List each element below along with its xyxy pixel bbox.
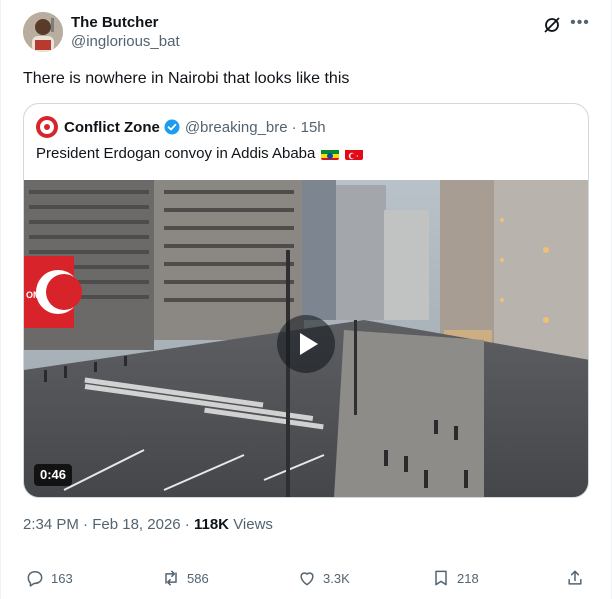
heart-icon: [300, 572, 314, 586]
bookmark-button[interactable]: 218: [431, 564, 479, 592]
turkey-flag-icon: [345, 148, 364, 160]
quoted-tweet-card[interactable]: Conflict Zone @breaking_bre · 15h Presid…: [23, 103, 589, 498]
post-time[interactable]: 2:34 PM: [23, 516, 79, 533]
tweet-text: There is nowhere in Nairobi that looks l…: [23, 70, 350, 87]
tweet-meta: 2:34 PM · Feb 18, 2026 · 118K Views: [23, 515, 273, 535]
video-duration: 0:46: [34, 464, 73, 486]
more-options-icon[interactable]: •••: [567, 12, 593, 38]
author-handle[interactable]: @inglorious_bat: [71, 32, 180, 52]
tweet: The Butcher @inglorious_bat ••• There is…: [0, 0, 612, 599]
repost-icon: [165, 570, 177, 586]
quoted-tweet-header: Conflict Zone @breaking_bre · 15h: [36, 116, 326, 138]
quoted-timestamp[interactable]: 15h: [301, 119, 326, 136]
bookmark-icon: [435, 570, 447, 586]
meta-separator: ·: [83, 516, 89, 533]
grok-icon[interactable]: [542, 15, 562, 35]
meta-separator-2: ·: [184, 516, 190, 533]
bookmark-count: 218: [457, 570, 479, 586]
views-label: Views: [233, 516, 273, 533]
video-player[interactable]: OME 0:46: [24, 180, 588, 497]
like-count: 3.3K: [323, 570, 350, 586]
ethiopia-flag-icon: [321, 148, 340, 160]
author-avatar[interactable]: [23, 12, 63, 52]
quoted-author-name[interactable]: Conflict Zone: [64, 119, 160, 136]
post-date[interactable]: Feb 18, 2026: [92, 516, 180, 533]
quoted-text-body: President Erdogan convoy in Addis Ababa: [36, 145, 316, 162]
repost-button[interactable]: 586: [161, 564, 209, 592]
author-info: The Butcher @inglorious_bat: [71, 14, 180, 52]
reply-icon: [27, 571, 43, 587]
verified-badge-icon: [164, 119, 180, 135]
share-button[interactable]: [565, 564, 591, 592]
reply-button[interactable]: 163: [25, 564, 73, 592]
action-bar: 163 586 3.3K 218: [1, 564, 612, 592]
quoted-author-handle: @breaking_bre: [184, 118, 288, 136]
like-button[interactable]: 3.3K: [297, 564, 350, 592]
repost-count: 586: [187, 570, 209, 586]
play-icon[interactable]: [277, 315, 335, 373]
billboard-text: OME: [26, 290, 47, 300]
reply-count: 163: [51, 570, 73, 586]
views-count: 118K: [193, 516, 230, 533]
quoted-tweet-text: President Erdogan convoy in Addis Ababa: [36, 144, 364, 164]
author-display-name[interactable]: The Butcher: [71, 14, 180, 32]
share-icon: [568, 570, 582, 585]
quoted-author-avatar[interactable]: [36, 116, 58, 138]
quoted-separator: ·: [291, 118, 297, 136]
